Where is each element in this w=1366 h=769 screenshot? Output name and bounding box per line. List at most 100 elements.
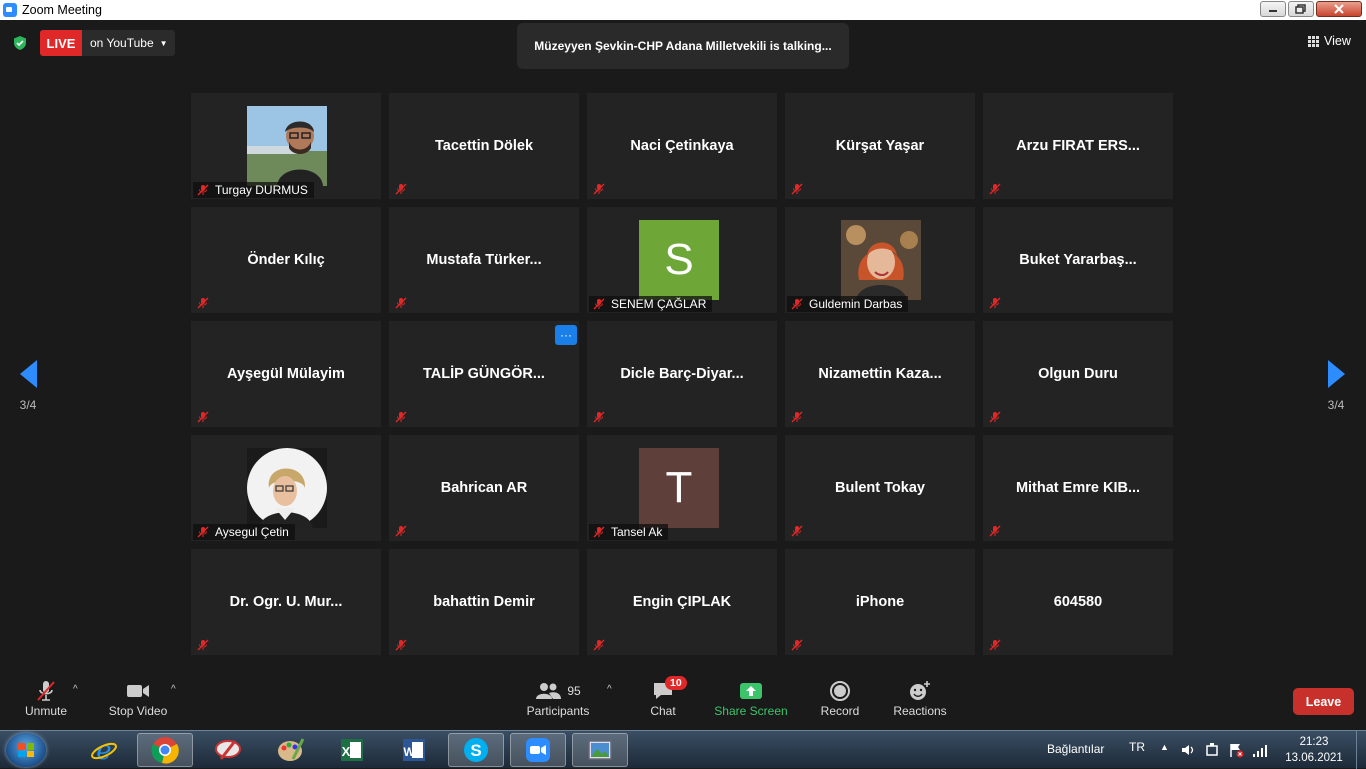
- action-center-flag-icon[interactable]: [1228, 742, 1244, 758]
- participant-name-label: Aysegul Çetin: [193, 524, 295, 540]
- clock-time: 21:23: [1299, 736, 1329, 748]
- participant-tile[interactable]: iPhone: [784, 548, 976, 656]
- taskbar-app-word[interactable]: W: [386, 733, 442, 767]
- next-page-button[interactable]: 3/4: [1326, 360, 1346, 412]
- tray-connections-label[interactable]: Bağlantılar: [1047, 742, 1104, 756]
- close-button[interactable]: [1316, 1, 1362, 17]
- muted-mic-icon: [989, 296, 1001, 309]
- taskbar-app-skype[interactable]: S: [448, 733, 504, 767]
- participant-tile[interactable]: Turgay DURMUS: [190, 92, 382, 200]
- participants-count: 95: [567, 684, 581, 698]
- muted-mic-icon: [395, 182, 407, 195]
- participant-tile[interactable]: Nizamettin Kaza...: [784, 320, 976, 428]
- chat-label: Chat: [650, 704, 676, 718]
- participant-tile[interactable]: bahattin Demir: [388, 548, 580, 656]
- encryption-shield-icon[interactable]: [12, 35, 28, 51]
- participant-name: bahattin Demir: [433, 594, 535, 610]
- view-button[interactable]: View: [1308, 34, 1351, 48]
- participant-tile[interactable]: Kürşat Yaşar: [784, 92, 976, 200]
- muted-mic-icon: [593, 298, 605, 310]
- muted-mic-icon: [791, 182, 803, 195]
- participants-button[interactable]: 95 Participants: [522, 678, 594, 718]
- previous-page-button[interactable]: 3/4: [18, 360, 38, 412]
- more-options-button[interactable]: ···: [555, 325, 577, 345]
- participant-tile[interactable]: Bulent Tokay: [784, 434, 976, 542]
- taskbar-clock[interactable]: 21:23 13.06.2021: [1280, 734, 1348, 766]
- participant-tile[interactable]: S SENEM ÇAĞLAR: [586, 206, 778, 314]
- participant-tile[interactable]: Arzu FIRAT ERS...: [982, 92, 1174, 200]
- participant-tile[interactable]: Önder Kılıç: [190, 206, 382, 314]
- muted-mic-icon: [593, 182, 605, 195]
- restore-button[interactable]: [1288, 1, 1314, 17]
- participant-tile[interactable]: Naci Çetinkaya: [586, 92, 778, 200]
- participants-caret-icon[interactable]: ^: [607, 684, 612, 695]
- participant-tile[interactable]: Mustafa Türker...: [388, 206, 580, 314]
- participant-tile[interactable]: Buket Yararbaş...: [982, 206, 1174, 314]
- svg-text:S: S: [470, 741, 481, 760]
- minimize-icon: [1269, 10, 1277, 12]
- svg-text:X: X: [342, 744, 351, 759]
- participant-tile[interactable]: Engin ÇIPLAK: [586, 548, 778, 656]
- taskbar-app-zoom[interactable]: [510, 733, 566, 767]
- participant-tile[interactable]: TALİP GÜNGÖR... ···: [388, 320, 580, 428]
- participant-name: Mustafa Türker...: [426, 252, 542, 268]
- language-indicator[interactable]: TR: [1129, 740, 1145, 754]
- tray-expand-icon[interactable]: ▲: [1160, 742, 1169, 752]
- windows-logo-icon: [18, 743, 34, 757]
- unmute-button[interactable]: Unmute: [18, 678, 74, 718]
- volume-icon[interactable]: [1180, 742, 1196, 758]
- live-destination-dropdown[interactable]: on YouTube ▼: [82, 30, 175, 56]
- taskbar-app-chrome[interactable]: [137, 733, 193, 767]
- muted-mic-icon: [791, 410, 803, 423]
- unmute-label: Unmute: [24, 704, 68, 718]
- taskbar-app-paint-tool[interactable]: [200, 733, 256, 767]
- chrome-icon: [151, 737, 179, 764]
- smiley-plus-icon: [888, 678, 952, 704]
- active-speaker-banner: Müzeyyen Şevkin-CHP Adana Milletvekili i…: [517, 23, 849, 69]
- muted-mic-icon: [989, 524, 1001, 537]
- taskbar-app-excel[interactable]: X: [324, 733, 380, 767]
- participant-tile[interactable]: Guldemin Darbas: [784, 206, 976, 314]
- participants-icon: [536, 683, 562, 699]
- participant-tile[interactable]: Bahrican AR: [388, 434, 580, 542]
- stop-video-button[interactable]: Stop Video: [104, 678, 172, 718]
- photo-viewer-icon: [588, 740, 612, 760]
- participant-tile[interactable]: Dr. Ogr. U. Mur...: [190, 548, 382, 656]
- zoom-app-icon: [3, 3, 17, 17]
- show-desktop-button[interactable]: [1356, 731, 1366, 769]
- taskbar-app-paint[interactable]: [262, 733, 318, 767]
- share-screen-button[interactable]: Share Screen: [712, 678, 790, 718]
- record-button[interactable]: Record: [815, 678, 865, 718]
- live-badge[interactable]: LIVE: [40, 30, 82, 56]
- participant-tile[interactable]: Aysegul Çetin: [190, 434, 382, 542]
- participant-tile[interactable]: 604580: [982, 548, 1174, 656]
- power-icon[interactable]: [1204, 742, 1220, 758]
- participant-tile[interactable]: Dicle Barç-Diyar...: [586, 320, 778, 428]
- muted-mic-icon: [989, 182, 1001, 195]
- participant-tile[interactable]: Ayşegül Mülayim: [190, 320, 382, 428]
- participant-tile[interactable]: Tacettin Dölek: [388, 92, 580, 200]
- reactions-button[interactable]: Reactions: [888, 678, 952, 718]
- participant-name: Tansel Ak: [611, 525, 663, 539]
- window-titlebar: Zoom Meeting: [0, 0, 1366, 20]
- record-label: Record: [820, 704, 860, 718]
- participant-name: Nizamettin Kaza...: [818, 366, 942, 382]
- participant-tile[interactable]: Mithat Emre KIB...: [982, 434, 1174, 542]
- leave-button[interactable]: Leave: [1293, 688, 1354, 715]
- participant-tile[interactable]: Olgun Duru: [982, 320, 1174, 428]
- participant-video: [841, 220, 921, 300]
- chat-button[interactable]: 10 Chat: [640, 676, 687, 718]
- participants-label: Participants: [526, 704, 590, 718]
- network-signal-icon[interactable]: [1252, 742, 1268, 758]
- taskbar-app-internet-explorer[interactable]: e: [76, 733, 132, 767]
- participant-tile[interactable]: T Tansel Ak: [586, 434, 778, 542]
- zoom-icon: [526, 738, 550, 762]
- muted-mic-icon: [791, 298, 803, 310]
- participant-avatar: S: [639, 220, 719, 300]
- video-options-caret-icon[interactable]: ^: [171, 684, 176, 695]
- taskbar-app-photo-viewer[interactable]: [572, 733, 628, 767]
- participant-video: [247, 448, 327, 528]
- start-button[interactable]: [6, 733, 46, 767]
- minimize-button[interactable]: [1260, 1, 1286, 17]
- audio-options-caret-icon[interactable]: ^: [73, 684, 78, 695]
